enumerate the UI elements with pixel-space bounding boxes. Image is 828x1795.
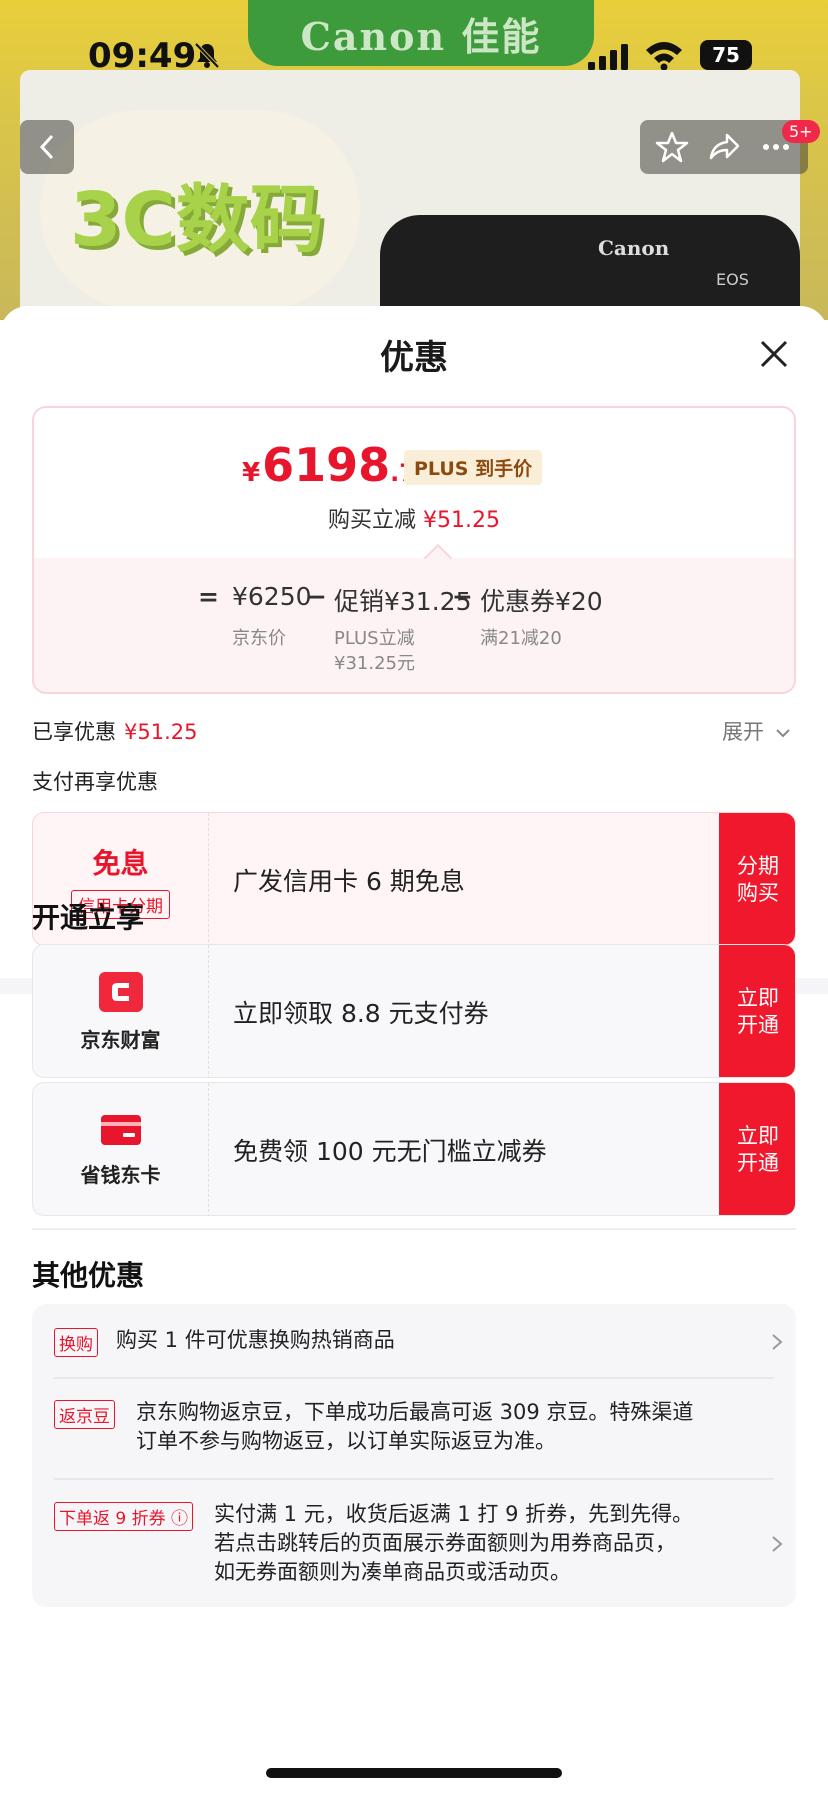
camera-brand-label: Canon xyxy=(598,236,670,260)
jd-finance-open-button[interactable]: 立即 开通 xyxy=(719,945,795,1077)
installment-buy-button[interactable]: 分期 购买 xyxy=(719,813,795,945)
status-time: 09:49 xyxy=(88,36,197,76)
chevron-down-icon xyxy=(775,729,790,738)
enjoyed-amount: ¥51.25 xyxy=(124,720,198,744)
jd-bean-tag: 返京豆 xyxy=(54,1400,115,1429)
exchange-text: 购买 1 件可优惠换购热销商品 xyxy=(116,1328,395,1352)
discount-label: 购买立减 xyxy=(328,508,417,533)
enjoyed-discount: 已享优惠 ¥51.25 xyxy=(32,716,197,746)
coupon-return-row[interactable]: 下单返 9 折券 ⓘ 实付满 1 元，收货后返满 1 打 9 折券，先到先得。 … xyxy=(54,1500,783,1592)
formula-promo-sub-1: PLUS立减 xyxy=(334,628,415,649)
wifi-icon xyxy=(646,42,682,70)
saving-card-desc: 免费领 100 元无门槛立减券 xyxy=(233,1137,547,1166)
final-price-currency: ¥ xyxy=(242,458,261,488)
chevron-right-icon xyxy=(772,1334,783,1350)
battery-indicator: 75 xyxy=(700,40,752,70)
open-section-title: 开通立享 xyxy=(32,901,145,934)
other-section-title: 其他优惠 xyxy=(32,1259,145,1292)
price-formula: = ¥6250 京东价 − 促销¥31.25 PLUS立减 ¥31.25元 − … xyxy=(34,558,794,692)
other-offers-box: 换购 购买 1 件可优惠换购热销商品 返京豆 京东购物返京豆，下单成功后最高可返… xyxy=(32,1304,796,1607)
chevron-right-icon xyxy=(772,1536,783,1552)
installment-desc: 广发信用卡 6 期免息 xyxy=(233,867,465,896)
status-bar: 09:49 75 xyxy=(0,0,828,110)
expand-toggle[interactable]: 展开 xyxy=(722,716,791,746)
jd-finance-card: 京东财富 立即领取 8.8 元支付券 立即 开通 xyxy=(32,944,796,1078)
thin-divider xyxy=(32,1228,796,1230)
back-button[interactable] xyxy=(20,120,74,174)
close-icon[interactable] xyxy=(756,336,792,372)
installment-title: 免息 xyxy=(92,846,149,880)
formula-coupon-sub: 满21减20 xyxy=(480,628,562,649)
coupon-return-text-3: 如无券面额则为凑单商品页或活动页。 xyxy=(214,1560,571,1584)
share-icon[interactable] xyxy=(707,130,741,164)
category-text: 3C数码 xyxy=(70,177,324,263)
formula-minus-2: − xyxy=(452,582,473,611)
saving-card: 省钱东卡 免费领 100 元无门槛立减券 立即 开通 xyxy=(32,1082,796,1216)
saving-card-name: 省钱东卡 xyxy=(80,1162,161,1187)
jd-bean-row: 返京豆 京东购物返京豆，下单成功后最高可返 309 京豆。特殊渠道 订单不参与购… xyxy=(54,1398,774,1462)
price-top: ¥ 6198 .75 PLUS 到手价 购买立减 ¥51.25 xyxy=(34,408,794,558)
price-card: ¥ 6198 .75 PLUS 到手价 购买立减 ¥51.25 = ¥6250 … xyxy=(32,406,796,694)
bell-muted-icon xyxy=(194,42,220,69)
final-price-integer: 6198 xyxy=(262,438,391,492)
saving-card-icon xyxy=(100,1114,141,1145)
chevron-left-icon xyxy=(39,134,54,160)
jd-bean-text-1: 京东购物返京豆，下单成功后最高可返 309 京豆。特殊渠道 xyxy=(136,1400,694,1424)
jd-finance-desc: 立即领取 8.8 元支付券 xyxy=(233,999,489,1028)
row-separator xyxy=(54,1478,774,1480)
jd-bean-text-2: 订单不参与购物返豆，以订单实际返豆为准。 xyxy=(136,1429,556,1453)
formula-coupon: 优惠券¥20 xyxy=(480,587,603,616)
pay-more-label: 支付再享优惠 xyxy=(32,770,158,794)
notification-badge: 5+ xyxy=(782,120,820,143)
coupon-return-text-2: 若点击跳转后的页面展示券面额则为用券商品页， xyxy=(214,1531,676,1555)
discount-amount: ¥51.25 xyxy=(423,508,500,533)
sheet-title: 优惠 xyxy=(380,338,448,378)
camera-image xyxy=(380,215,800,320)
formula-promo: 促销¥31.25 xyxy=(334,587,472,616)
exchange-row[interactable]: 换购 购买 1 件可优惠换购热销商品 xyxy=(54,1326,783,1366)
formula-jd-price-label: 京东价 xyxy=(232,628,286,649)
plus-price-tag: PLUS 到手价 xyxy=(404,450,543,485)
expand-label: 展开 xyxy=(722,720,764,744)
installment-card: 免息 信用卡分期 广发信用卡 6 期免息 分期 购买 xyxy=(32,812,796,946)
discount-line: 购买立减 ¥51.25 xyxy=(34,502,794,534)
coupon-return-tag: 下单返 9 折券 ⓘ xyxy=(54,1502,194,1531)
saving-card-left: 省钱东卡 xyxy=(33,1083,209,1215)
coupon-return-text-1: 实付满 1 元，收货后返满 1 打 9 折券，先到先得。 xyxy=(214,1502,694,1526)
jd-finance-left: 京东财富 xyxy=(33,945,209,1077)
formula-minus-1: − xyxy=(306,582,327,611)
enjoyed-label: 已享优惠 xyxy=(32,720,116,744)
signal-icon xyxy=(588,44,628,70)
formula-jd-price: ¥6250 xyxy=(232,582,312,611)
exchange-tag: 换购 xyxy=(54,1328,98,1357)
camera-model-label: EOS xyxy=(716,270,749,289)
formula-promo-sub-2: ¥31.25元 xyxy=(334,653,415,674)
row-separator xyxy=(54,1377,774,1379)
discount-sheet: 优惠 ¥ 6198 .75 PLUS 到手价 购买立减 ¥51.25 = ¥62… xyxy=(0,306,828,1795)
formula-equals: = xyxy=(198,582,219,611)
home-indicator[interactable] xyxy=(266,1768,562,1778)
jd-finance-name: 京东财富 xyxy=(80,1027,161,1052)
jd-finance-icon xyxy=(98,971,143,1012)
saving-card-open-button[interactable]: 立即 开通 xyxy=(719,1083,795,1215)
star-icon[interactable] xyxy=(655,130,689,164)
